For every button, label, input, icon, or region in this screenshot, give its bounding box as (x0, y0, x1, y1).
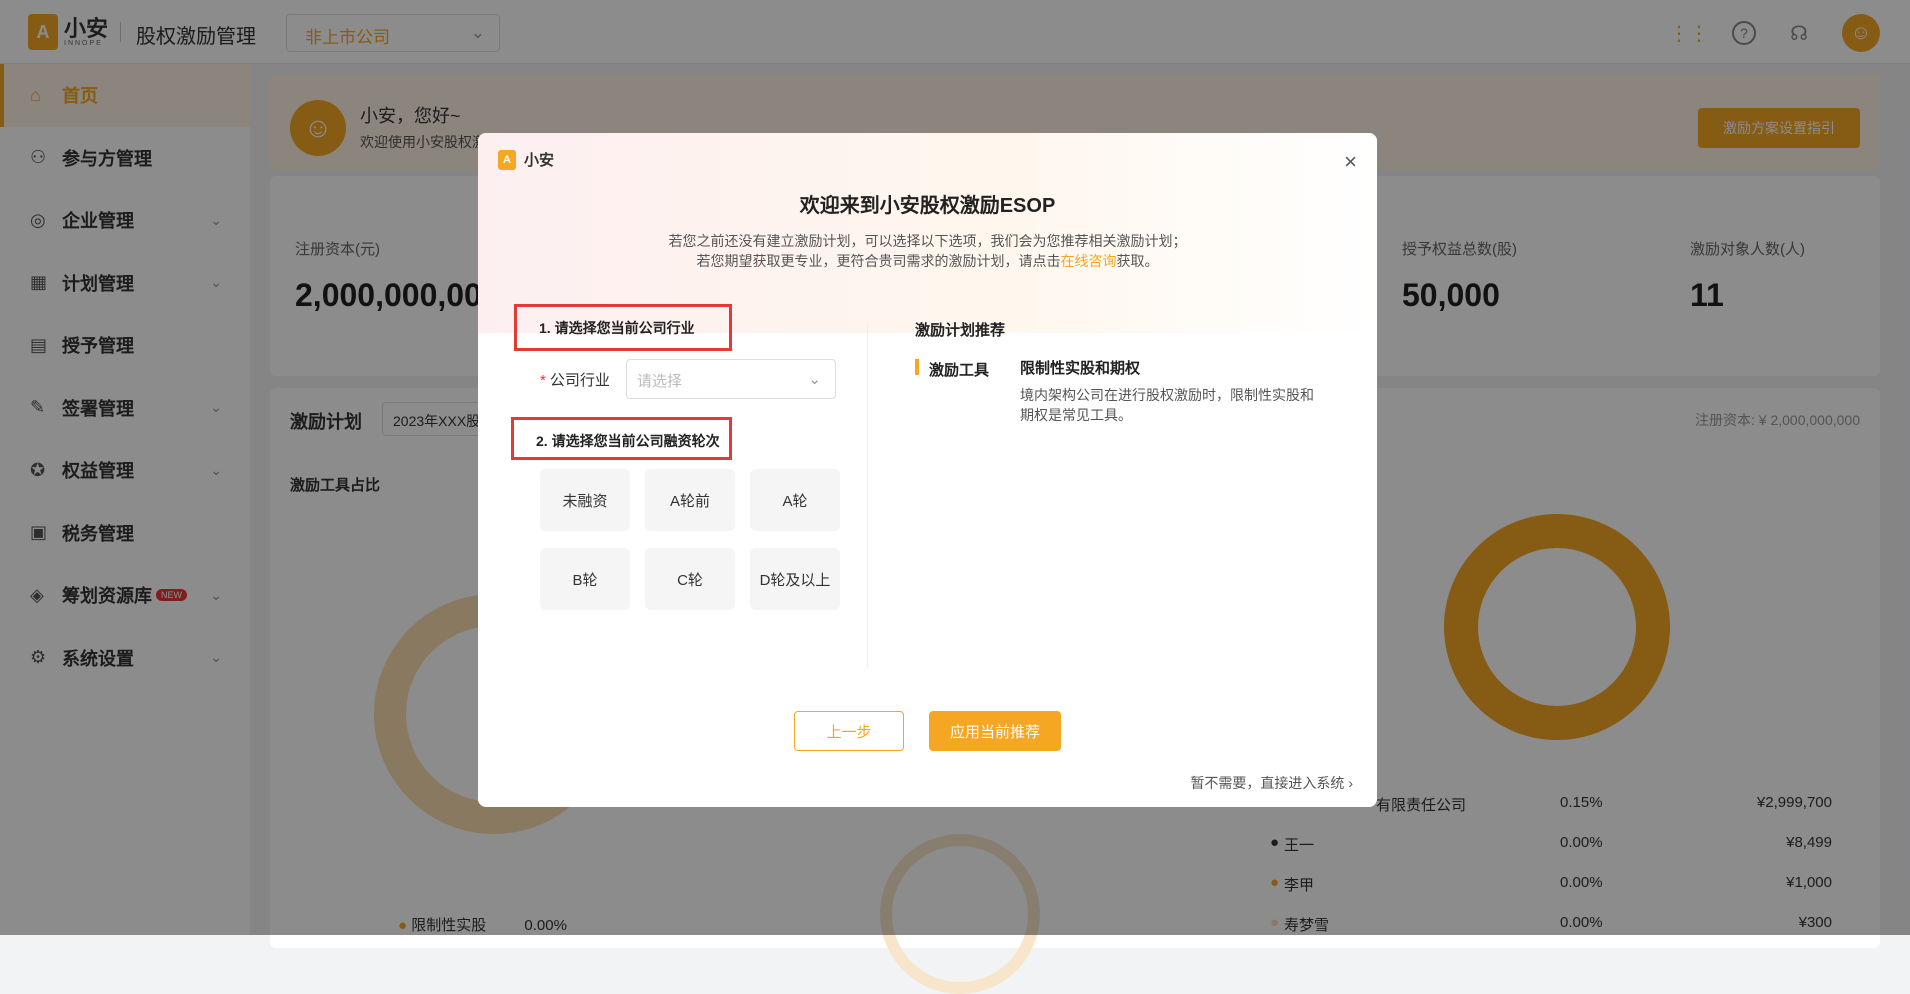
skip-link-text: 暂不需要，直接进入系统 (1190, 775, 1345, 791)
modal-brand: A 小安 (498, 149, 554, 170)
round-option-unfunded[interactable]: 未融资 (540, 469, 630, 531)
industry-placeholder: 请选择 (637, 373, 683, 390)
desc-line-2: 若您期望获取更专业，更符合贵司需求的激励计划，请点击在线咨询获取。 (478, 251, 1377, 271)
round-option-pre-a[interactable]: A轮前 (645, 469, 735, 531)
brand-logo-icon: A (498, 149, 516, 170)
industry-select[interactable]: 请选择 ⌄ (626, 359, 836, 399)
chevron-right-icon: › (1348, 775, 1353, 791)
desc-line-2-post: 获取。 (1116, 253, 1159, 269)
prev-step-button[interactable]: 上一步 (794, 711, 904, 751)
industry-label: * 公司行业 (540, 369, 610, 390)
modal-brand-name: 小安 (524, 152, 555, 169)
apply-recommendation-button[interactable]: 应用当前推荐 (929, 711, 1061, 751)
recommendation-accent-bar (915, 359, 919, 375)
welcome-modal: A 小安 × 欢迎来到小安股权激励ESOP 若您之前还没有建立激励计划，可以选择… (478, 133, 1377, 807)
modal-title: 欢迎来到小安股权激励ESOP (799, 195, 1056, 217)
modal-description: 若您之前还没有建立激励计划，可以选择以下选项，我们会为您推荐相关激励计划； 若您… (478, 231, 1377, 271)
online-consult-link[interactable]: 在线咨询 (1061, 253, 1117, 269)
modal-divider (867, 323, 868, 668)
close-icon[interactable]: × (1344, 149, 1357, 175)
round-option-b[interactable]: B轮 (540, 548, 630, 610)
required-mark: * (540, 372, 546, 389)
round-option-c[interactable]: C轮 (645, 548, 735, 610)
chevron-down-icon: ⌄ (808, 371, 821, 388)
round-option-a[interactable]: A轮 (750, 469, 840, 531)
industry-label-text: 公司行业 (549, 372, 610, 389)
skip-link[interactable]: 暂不需要，直接进入系统 › (1190, 773, 1353, 793)
step2-heading: 2. 请选择您当前公司融资轮次 (511, 417, 732, 460)
step1-heading: 1. 请选择您当前公司行业 (514, 304, 732, 351)
recommendation-title: 激励计划推荐 (915, 322, 1006, 339)
rec-tool-value: 限制性实股和期权 (1020, 360, 1141, 377)
desc-line-2-pre: 若您期望获取更专业，更符合贵司需求的激励计划，请点击 (696, 253, 1061, 269)
round-option-d-plus[interactable]: D轮及以上 (750, 548, 840, 610)
desc-line-1: 若您之前还没有建立激励计划，可以选择以下选项，我们会为您推荐相关激励计划； (668, 233, 1187, 249)
rec-tool-description: 境内架构公司在进行股权激励时，限制性实股和期权是常见工具。 (1020, 387, 1314, 423)
rec-tool-label: 激励工具 (929, 362, 990, 379)
